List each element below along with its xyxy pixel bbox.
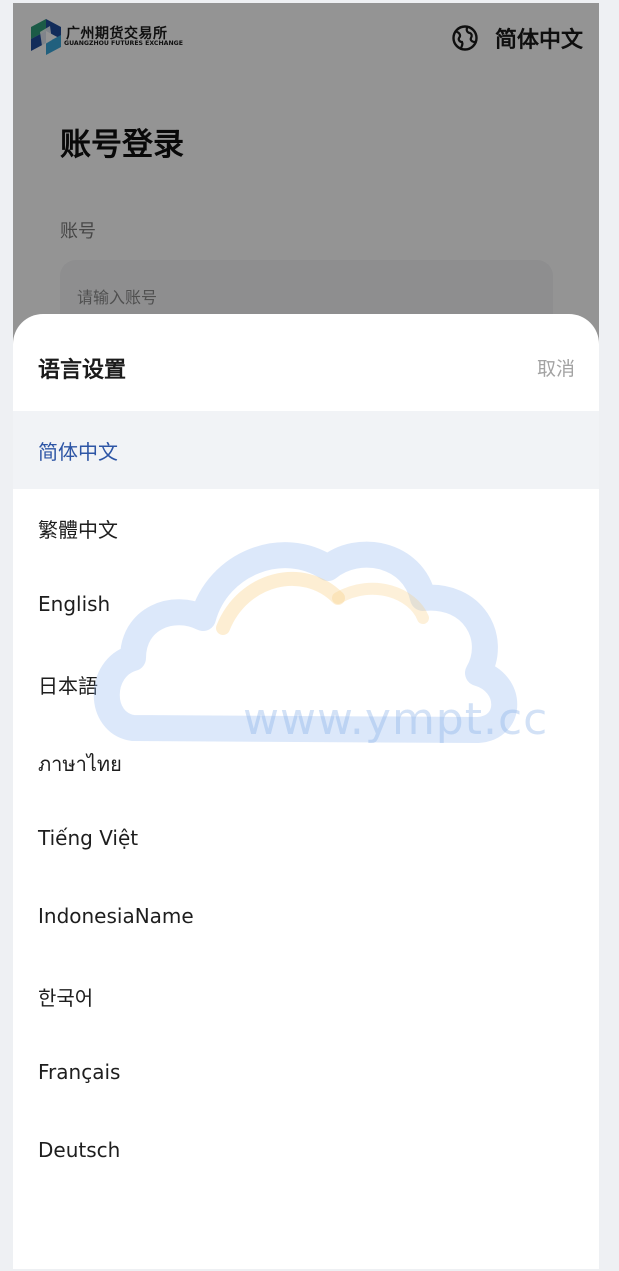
language-option-label: 한국어 (38, 986, 94, 1010)
cancel-button[interactable]: 取消 (537, 354, 575, 381)
language-option-de[interactable]: Deutsch (13, 1113, 599, 1191)
language-option-ja[interactable]: 日本語 (13, 645, 599, 723)
sheet-title: 语言设置 (38, 358, 127, 383)
language-option-label: IndonesiaName (38, 904, 194, 928)
language-option-label: 日本語 (38, 674, 98, 698)
language-option-id[interactable]: IndonesiaName (13, 879, 599, 957)
language-settings-sheet: 语言设置 取消 简体中文 繁體中文 English 日本語 ภาษาไทย Ti… (13, 314, 599, 1269)
language-option-label: Tiếng Việt (38, 826, 139, 850)
language-option-vi[interactable]: Tiếng Việt (13, 801, 599, 879)
sheet-header: 语言设置 取消 (13, 314, 599, 411)
phone-screen: 广州期货交易所 GUANGZHOU FUTURES EXCHANGE 简体中文 … (13, 3, 599, 1269)
language-option-zh-hans[interactable]: 简体中文 (13, 411, 599, 489)
language-option-fr[interactable]: Français (13, 1035, 599, 1113)
language-option-th[interactable]: ภาษาไทย (13, 723, 599, 801)
language-option-zh-hant[interactable]: 繁體中文 (13, 489, 599, 567)
language-option-label: English (38, 592, 111, 616)
language-option-label: ภาษาไทย (38, 752, 122, 776)
language-option-list: 简体中文 繁體中文 English 日本語 ภาษาไทย Tiếng Việt… (13, 411, 599, 1191)
language-option-label: 简体中文 (38, 440, 118, 464)
language-option-label: 繁體中文 (38, 518, 118, 542)
language-option-ko[interactable]: 한국어 (13, 957, 599, 1035)
language-option-label: Deutsch (38, 1138, 121, 1162)
language-option-label: Français (38, 1060, 121, 1084)
language-option-en[interactable]: English (13, 567, 599, 645)
